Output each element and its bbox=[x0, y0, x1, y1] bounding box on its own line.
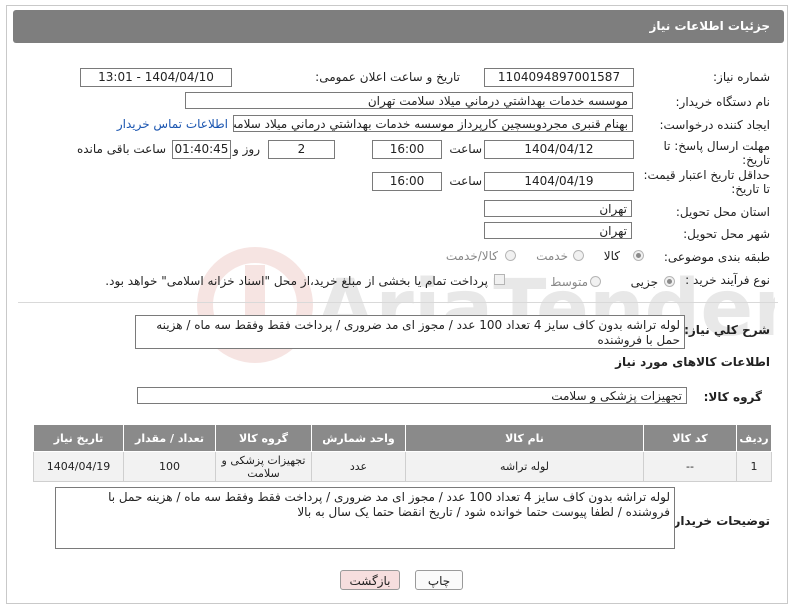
deadline-hour-label: ساعت bbox=[449, 142, 482, 156]
cell-need-date: 1404/04/19 bbox=[33, 451, 124, 482]
section-divider bbox=[18, 302, 778, 303]
category-goods-label: کالا bbox=[603, 249, 620, 263]
category-goods-radio[interactable] bbox=[633, 250, 644, 261]
table-header-row: ردیف کد کالا نام کالا واحد شمارش گروه کا… bbox=[33, 424, 772, 452]
need-number-label: شماره نیاز: bbox=[713, 70, 770, 84]
col-header-unit: واحد شمارش bbox=[311, 424, 406, 452]
city-label: شهر محل تحویل: bbox=[683, 227, 770, 241]
col-header-goods-code: کد کالا bbox=[643, 424, 737, 452]
announce-datetime-field: 1404/04/10 - 13:01 bbox=[80, 68, 232, 87]
col-header-goods-group: گروه کالا bbox=[215, 424, 312, 452]
validity-time-field: 16:00 bbox=[372, 172, 442, 191]
requester-label: ایجاد کننده درخواست: bbox=[659, 118, 770, 132]
treasury-note: پرداخت تمام یا بخشی از مبلغ خرید،از محل … bbox=[105, 274, 488, 288]
requester-field: بهنام قنبری مجردوبسچین کارپرداز موسسه خد… bbox=[233, 115, 633, 132]
goods-group-field: تجهیزات پزشکی و سلامت bbox=[137, 387, 687, 404]
treasury-checkbox[interactable] bbox=[494, 274, 505, 285]
buyer-contact-link[interactable]: اطلاعات تماس خریدار bbox=[117, 117, 228, 131]
goods-table: ردیف کد کالا نام کالا واحد شمارش گروه کا… bbox=[33, 424, 772, 482]
deadline-label-line1: مهلت ارسال پاسخ: تا bbox=[663, 139, 770, 153]
cell-row-number: 1 bbox=[736, 451, 772, 482]
days-label: روز و bbox=[233, 142, 260, 156]
buyer-org-field: موسسه خدمات بهداشتي درماني ميلاد سلامت ت… bbox=[185, 92, 633, 109]
deadline-time-field: 16:00 bbox=[372, 140, 442, 159]
col-header-goods-name: نام کالا bbox=[405, 424, 644, 452]
deadline-label-line2: تاریخ: bbox=[742, 153, 770, 167]
purchase-medium-radio[interactable] bbox=[590, 276, 601, 287]
general-desc-field: لوله تراشه بدون کاف سایز 4 تعداد 100 عدد… bbox=[135, 315, 685, 349]
page-title: جزئیات اطلاعات نیاز bbox=[649, 19, 770, 33]
table-row: 1 -- لوله تراشه عدد تجهیزات پزشکی و سلام… bbox=[33, 451, 772, 482]
cell-unit: عدد bbox=[311, 451, 406, 482]
purchase-type-label: نوع فرآیند خرید : bbox=[685, 273, 770, 287]
remaining-label: ساعت باقی مانده bbox=[76, 142, 166, 156]
category-service-radio[interactable] bbox=[573, 250, 584, 261]
col-header-need-date: تاریخ نیاز bbox=[33, 424, 124, 452]
purchase-minor-label: جزیی bbox=[630, 275, 658, 289]
buyer-notes-field: لوله تراشه بدون کاف سایز 4 تعداد 100 عدد… bbox=[55, 487, 675, 549]
announce-datetime-label: تاریخ و ساعت اعلان عمومی: bbox=[315, 70, 460, 84]
remaining-time-field: 01:40:45 bbox=[172, 140, 231, 159]
category-label: طبقه بندی موضوعی: bbox=[663, 250, 770, 264]
price-validity-label-line2: تا تاریخ: bbox=[731, 182, 770, 196]
price-validity-label-line1: حداقل تاریخ اعتبار قیمت: bbox=[643, 168, 770, 182]
city-field: تهران bbox=[484, 222, 632, 239]
validity-date-field: 1404/04/19 bbox=[484, 172, 634, 191]
cell-goods-name: لوله تراشه bbox=[405, 451, 644, 482]
general-desc-label: شرح کلي نياز: bbox=[684, 323, 770, 337]
purchase-minor-radio[interactable] bbox=[664, 276, 675, 287]
province-label: استان محل تحویل: bbox=[675, 205, 770, 219]
deadline-date-field: 1404/04/12 bbox=[484, 140, 634, 159]
print-button[interactable]: چاپ bbox=[415, 570, 463, 590]
col-header-quantity: تعداد / مقدار bbox=[123, 424, 216, 452]
cell-quantity: 100 bbox=[123, 451, 216, 482]
buyer-notes-label: توضیحات خریدار: bbox=[668, 514, 770, 528]
validity-hour-label: ساعت bbox=[449, 174, 482, 188]
purchase-medium-label: متوسط bbox=[550, 275, 588, 289]
back-button[interactable]: بازگشت bbox=[340, 570, 400, 590]
category-goods-service-radio[interactable] bbox=[505, 250, 516, 261]
category-service-label: خدمت bbox=[536, 249, 568, 263]
page-header: جزئیات اطلاعات نیاز bbox=[13, 10, 784, 43]
buyer-org-label: نام دستگاه خریدار: bbox=[675, 95, 771, 109]
category-goods-service-label: کالا/خدمت bbox=[445, 249, 498, 263]
goods-group-label: گروه کالا: bbox=[703, 390, 762, 404]
cell-goods-code: -- bbox=[643, 451, 737, 482]
col-header-row-number: ردیف bbox=[736, 424, 772, 452]
cell-goods-group: تجهیزات پزشکی و سلامت bbox=[215, 451, 312, 482]
need-number-field: 1104094897001587 bbox=[484, 68, 634, 87]
goods-info-title: اطلاعات کالاهای مورد نیاز bbox=[615, 355, 770, 369]
days-field: 2 bbox=[268, 140, 335, 159]
province-field: تهران bbox=[484, 200, 632, 217]
